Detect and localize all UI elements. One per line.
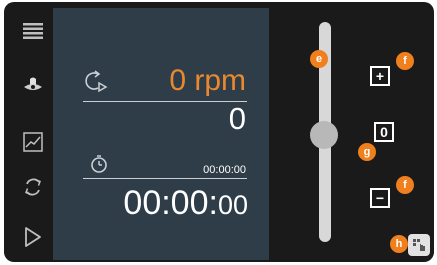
timer-main: 00:00: <box>123 184 218 222</box>
stirrer-icon <box>24 77 42 90</box>
speed-slider-handle[interactable] <box>310 121 338 149</box>
speed-setpoint-value: 0 <box>228 101 246 136</box>
graph-icon <box>23 132 43 152</box>
callout-h: h <box>390 235 408 253</box>
timer-icon <box>91 155 107 173</box>
timer-setpoint: 00:00:00 <box>203 164 246 176</box>
touch-hand-icon <box>413 239 425 251</box>
timer-value: 00:00:00 <box>103 184 248 224</box>
reset-button[interactable]: 0 <box>374 122 394 142</box>
callout-f-bottom: f <box>396 176 414 194</box>
rotation-icon <box>25 178 41 196</box>
touch-lock-button[interactable] <box>408 234 430 256</box>
control-area: + 0 − e f g f h <box>269 2 434 262</box>
sidebar <box>16 12 50 258</box>
speed-value: 0 rpm <box>169 64 246 97</box>
play-icon <box>25 227 41 247</box>
menu-icon <box>23 23 43 39</box>
device-screen: 0 rpm 0 00:00:00 00:00:00 + 0 − e f g f … <box>4 2 434 262</box>
callout-e: e <box>310 50 328 68</box>
status-panel: 0 rpm 0 00:00:00 00:00:00 <box>53 8 269 260</box>
callout-g: g <box>358 143 376 161</box>
play-button[interactable] <box>16 220 50 254</box>
menu-button[interactable] <box>16 14 50 48</box>
increase-button[interactable]: + <box>370 66 390 86</box>
callout-f-top: f <box>396 52 414 70</box>
stirrer-button[interactable] <box>16 68 50 102</box>
speed-icon <box>85 70 108 93</box>
decrease-button[interactable]: − <box>370 188 390 208</box>
rotation-button[interactable] <box>16 170 50 204</box>
timer-divider <box>83 178 247 179</box>
graph-button[interactable] <box>16 125 50 159</box>
timer-seconds: 00 <box>217 190 248 220</box>
